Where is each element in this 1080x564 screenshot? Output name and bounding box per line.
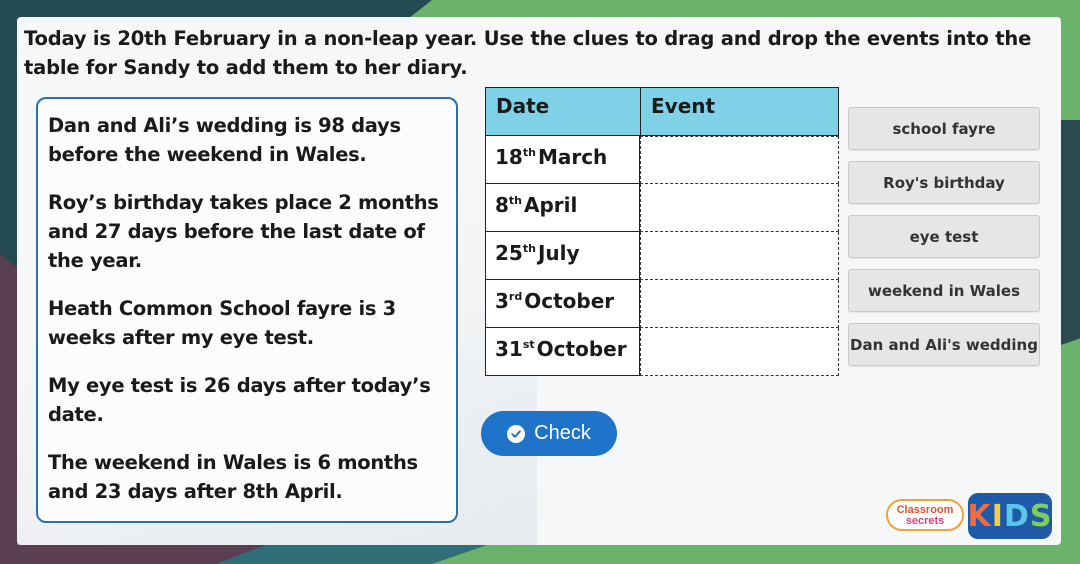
table-row: 8th April <box>485 184 839 232</box>
check-button[interactable]: Check <box>481 411 617 456</box>
event-tile-roys-birthday[interactable]: Roy's birthday <box>848 161 1040 204</box>
check-button-label: Check <box>534 422 591 444</box>
event-tiles: school fayre Roy's birthday eye test wee… <box>848 107 1040 377</box>
event-tile-weekend-in-wales[interactable]: weekend in Wales <box>848 269 1040 312</box>
logo-secrets-text: secrets <box>905 515 945 527</box>
date-month: July <box>537 241 580 265</box>
table-body: 18th March 8th April 25th July 3rd October 3… <box>485 136 839 376</box>
classroom-secrets-badge: Classroom secrets <box>886 499 964 531</box>
date-cell: 8th April <box>485 184 640 232</box>
instructions-text: Today is 20th February in a non-leap yea… <box>24 27 1032 79</box>
date-day: 31 <box>495 337 523 361</box>
date-day: 8 <box>495 193 509 217</box>
clue-text: Roy’s birthday takes place 2 months and … <box>48 191 439 272</box>
date-cell: 25th July <box>485 232 640 280</box>
date-cell: 31st October <box>485 328 640 376</box>
date-suffix: th <box>522 146 536 159</box>
table-row: 3rd October <box>485 280 839 328</box>
kids-letter: K <box>967 498 992 534</box>
event-drop-zone[interactable] <box>640 232 839 280</box>
diary-table: Date Event 18th March 8th April 25th July 3… <box>485 87 839 376</box>
table-row: 31st October <box>485 328 839 376</box>
clues-panel: Dan and Ali’s wedding is 98 days before … <box>36 97 458 523</box>
event-column-header: Event <box>651 94 716 118</box>
clue-text: Dan and Ali’s wedding is 98 days before … <box>48 114 401 166</box>
event-drop-zone[interactable] <box>640 280 839 328</box>
date-cell: 3rd October <box>485 280 640 328</box>
kids-badge: K I D S <box>968 493 1052 539</box>
event-drop-zone[interactable] <box>640 136 839 184</box>
event-drop-zone[interactable] <box>640 328 839 376</box>
date-month: April <box>524 193 578 217</box>
date-suffix: th <box>522 242 536 255</box>
table-header: Date Event <box>485 87 839 136</box>
date-month: March <box>537 145 608 169</box>
clue-text: My eye test is 26 days after today’s dat… <box>48 374 431 426</box>
kids-letter: S <box>1029 498 1053 534</box>
date-month: October <box>524 289 615 313</box>
table-row: 18th March <box>485 136 839 184</box>
clue-text: The weekend in Wales is 6 months and 23 … <box>48 451 418 503</box>
date-column-header: Date <box>486 88 641 135</box>
date-cell: 18th March <box>485 136 640 184</box>
kids-letter: D <box>1003 498 1030 534</box>
date-suffix: th <box>508 194 523 207</box>
date-day: 3 <box>495 289 509 313</box>
date-day: 18 <box>495 145 523 169</box>
table-row: 25th July <box>485 232 839 280</box>
date-month: October <box>536 337 627 361</box>
event-tile-eye-test[interactable]: eye test <box>848 215 1040 258</box>
date-day: 25 <box>495 241 523 265</box>
check-circle-icon <box>507 424 526 443</box>
date-suffix: rd <box>508 290 523 303</box>
event-drop-zone[interactable] <box>640 184 839 232</box>
date-suffix: st <box>522 338 535 351</box>
event-tile-school-fayre[interactable]: school fayre <box>848 107 1040 150</box>
clue-text: Heath Common School fayre is 3 weeks aft… <box>48 297 396 349</box>
classroom-secrets-kids-logo: Classroom secrets K I D S <box>886 493 1052 539</box>
event-tile-wedding[interactable]: Dan and Ali's wedding <box>848 323 1040 366</box>
kids-letter: I <box>991 498 1004 534</box>
